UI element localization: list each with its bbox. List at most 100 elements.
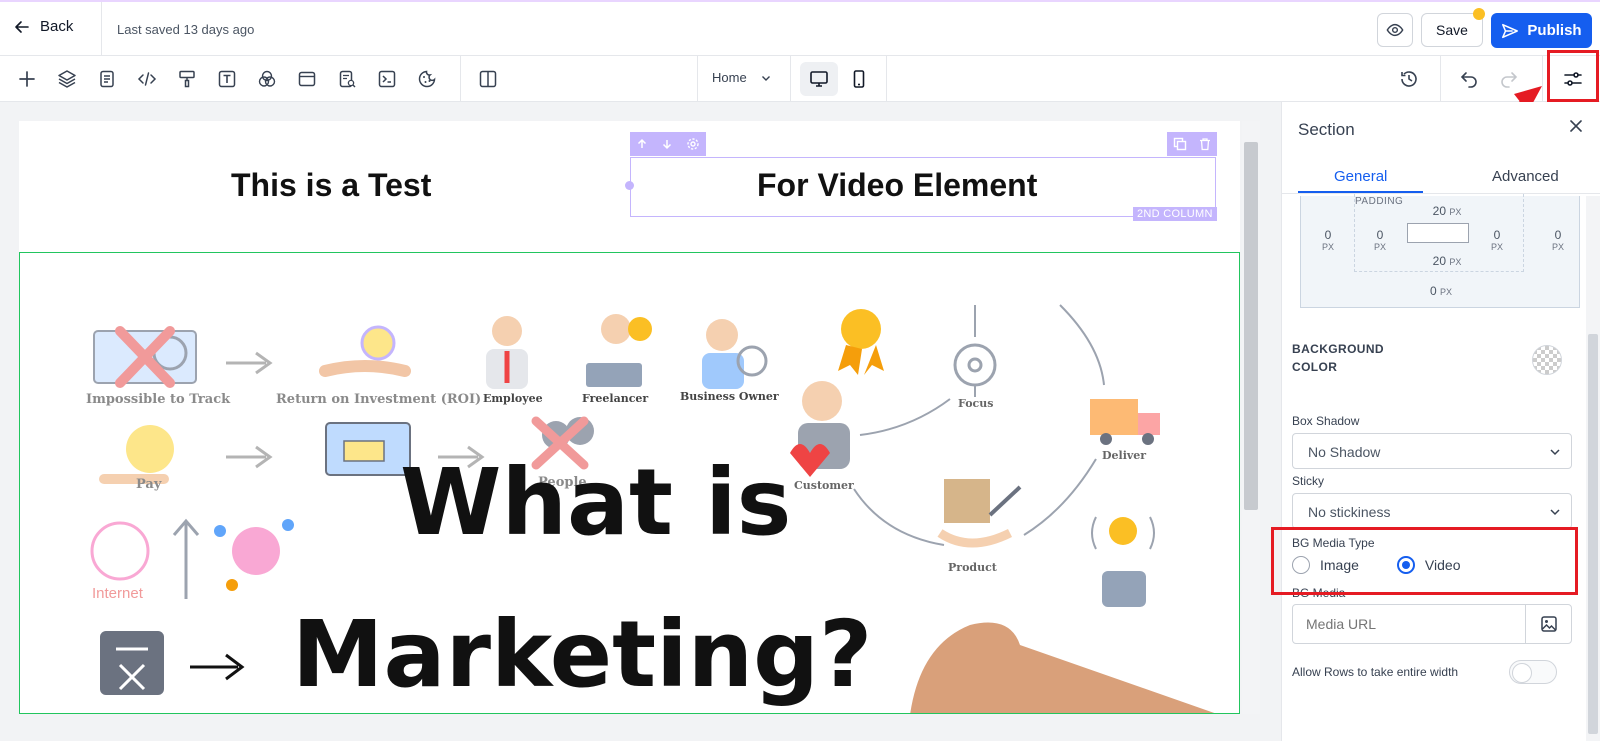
chevron-down-icon (1550, 449, 1560, 456)
split-view-button[interactable] (476, 67, 500, 91)
sticky-select[interactable]: No stickiness (1292, 493, 1572, 529)
padding-top-value[interactable]: 20 PX (1427, 204, 1467, 218)
label-customer: Customer (794, 479, 854, 492)
label-focus: Focus (958, 397, 994, 410)
tab-advanced[interactable]: Advanced (1492, 168, 1559, 185)
heading-right[interactable]: For Video Element (757, 167, 1037, 204)
cookie-button[interactable] (415, 67, 439, 91)
label-product: Product (948, 561, 997, 574)
code-button[interactable] (135, 67, 159, 91)
tab-general[interactable]: General (1334, 168, 1387, 185)
unsaved-indicator (1473, 8, 1485, 20)
desktop-view-button[interactable] (800, 62, 838, 96)
box-shadow-label: Box Shadow (1292, 414, 1360, 428)
column-actions (1167, 132, 1217, 156)
bg-media-field (1292, 604, 1572, 644)
layers-button[interactable] (55, 67, 79, 91)
label-business-owner: Business Owner (680, 390, 779, 403)
divider (101, 2, 102, 56)
color-circles-icon (258, 70, 276, 87)
duplicate-icon[interactable] (1173, 137, 1187, 151)
gear-icon[interactable] (686, 137, 700, 151)
image-icon (1540, 616, 1557, 632)
publish-label: Publish (1527, 22, 1582, 39)
code-icon (137, 72, 157, 86)
background-color-label: BACKGROUND COLOR (1292, 342, 1384, 374)
label-internet: Internet (92, 585, 143, 602)
content-box (1407, 223, 1469, 243)
padding-label: PADDING (1355, 196, 1404, 207)
margin-bottom-value[interactable]: 0 PX (1419, 284, 1463, 298)
publish-button[interactable]: Publish (1491, 13, 1592, 48)
editor-toolbar: Home (0, 56, 1600, 102)
columns-icon (479, 70, 497, 88)
send-icon (1502, 23, 1519, 38)
label-roi: Return on Investment (ROI) (276, 392, 482, 407)
padding-bottom-value[interactable]: 20 PX (1427, 254, 1467, 268)
arrow-down-icon[interactable] (661, 138, 673, 150)
spacing-box-model: PADDING 0 PX 0 PX 20 PX 20 PX 0 PX 0 PX 0 PX (1300, 194, 1580, 308)
colors-button[interactable] (255, 67, 279, 91)
window-icon (298, 71, 316, 87)
chevron-down-icon (761, 75, 770, 81)
panel-scroll-thumb[interactable] (1588, 334, 1598, 734)
styles-button[interactable] (175, 67, 199, 91)
media-library-button[interactable] (1525, 605, 1571, 643)
chevron-down-icon (1550, 509, 1560, 516)
margin-left-value[interactable]: 0 PX (1315, 228, 1341, 252)
back-button[interactable]: Back (14, 18, 73, 35)
background-color-swatch[interactable] (1532, 345, 1562, 375)
preview-button[interactable] (1377, 13, 1413, 47)
cookie-icon (418, 70, 436, 88)
pages-button[interactable] (95, 67, 119, 91)
top-bar: Back Last saved 13 days ago Save Publish (0, 0, 1600, 56)
label-employee: Employee (483, 392, 543, 405)
divider (790, 56, 791, 102)
box-shadow-select[interactable]: No Shadow (1292, 433, 1572, 469)
padding-left-value[interactable]: 0 PX (1367, 228, 1393, 252)
settings-highlight-box (1547, 50, 1599, 102)
arrow-left-icon (15, 20, 29, 33)
media-url-input[interactable] (1293, 605, 1525, 643)
back-label: Back (40, 18, 74, 35)
add-element-button[interactable] (15, 67, 39, 91)
document-icon (100, 70, 114, 88)
mobile-icon (853, 70, 865, 88)
last-saved-text: Last saved 13 days ago (117, 22, 255, 37)
column-toolbar (630, 132, 706, 156)
trash-icon[interactable] (1198, 137, 1212, 151)
close-panel-button[interactable] (1568, 118, 1584, 139)
page-selector[interactable]: Home (712, 70, 771, 85)
label-deliver: Deliver (1102, 449, 1147, 462)
panel-title: Section (1298, 120, 1355, 139)
column-resize-handle[interactable] (625, 181, 634, 190)
padding-right-value[interactable]: 0 PX (1484, 228, 1510, 252)
page-name: Home (712, 70, 747, 85)
video-title-line1: What is (400, 449, 792, 556)
desktop-icon (810, 71, 828, 87)
typography-button[interactable] (215, 67, 239, 91)
label-impossible-to-track: Impossible to Track (86, 392, 231, 407)
mobile-view-button[interactable] (840, 62, 878, 96)
margin-right-value[interactable]: 0 PX (1545, 228, 1571, 252)
heading-left[interactable]: This is a Test (231, 167, 431, 204)
active-tab-indicator (1298, 191, 1423, 193)
history-button[interactable] (1397, 67, 1421, 91)
video-section[interactable]: Impossible to Track Return on Investment… (19, 252, 1240, 714)
popup-button[interactable] (295, 67, 319, 91)
plus-icon (19, 71, 35, 87)
seo-button[interactable] (335, 67, 359, 91)
sticky-label: Sticky (1292, 474, 1325, 488)
column-tag: 2ND COLUMN (1133, 207, 1217, 221)
settings-panel: Section General Advanced PADDING 0 PX 0 PX… (1281, 102, 1600, 741)
history-clock-icon (1401, 71, 1417, 87)
media-type-highlight-box (1271, 527, 1578, 595)
panel-tabs: General Advanced (1282, 158, 1600, 194)
close-icon (1570, 120, 1582, 132)
canvas-scroll-thumb[interactable] (1244, 142, 1258, 510)
eye-icon (1386, 23, 1404, 37)
label-freelancer: Freelancer (582, 392, 649, 405)
arrow-up-icon[interactable] (636, 138, 648, 150)
tracking-code-button[interactable] (375, 67, 399, 91)
allow-rows-toggle[interactable] (1509, 660, 1557, 684)
